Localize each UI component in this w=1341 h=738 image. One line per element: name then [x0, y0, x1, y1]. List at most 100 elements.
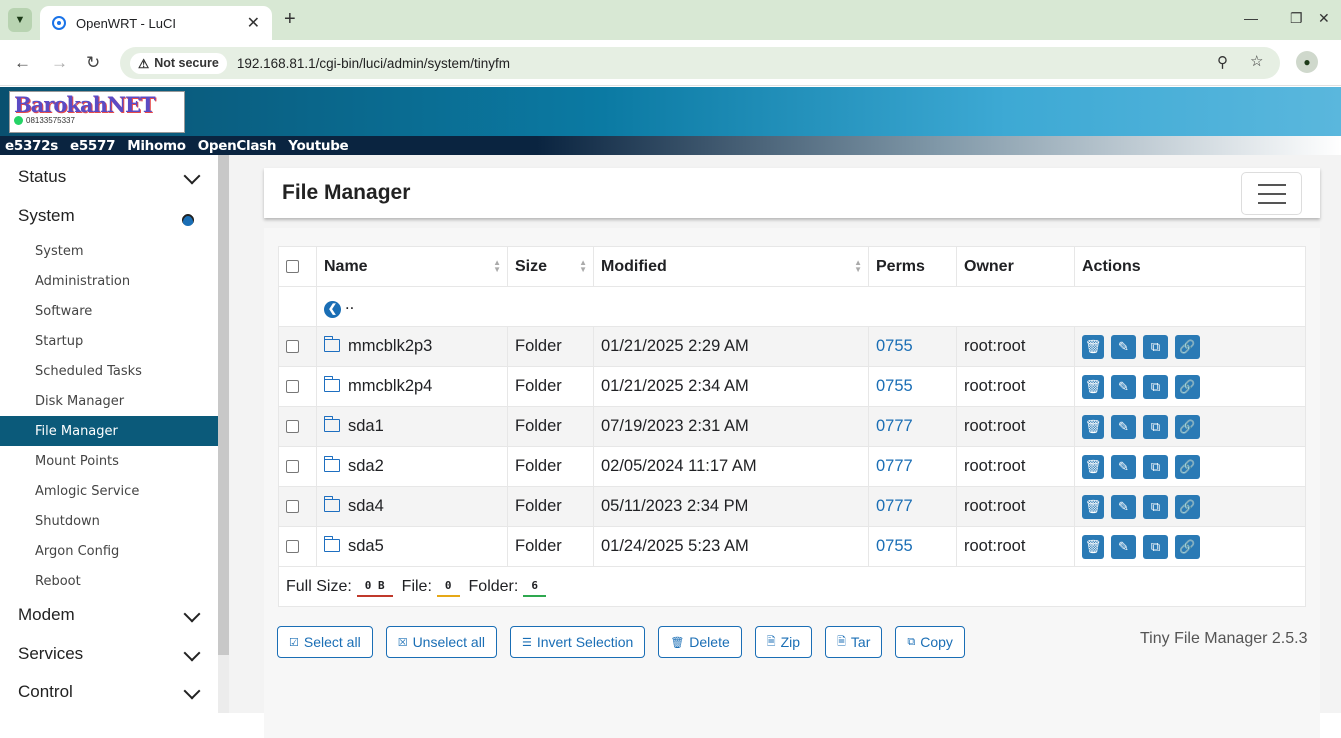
browser-tab[interactable]: OpenWRT - LuCI ✕ — [40, 6, 272, 40]
file-perms-link[interactable]: 0777 — [868, 406, 957, 447]
copy-icon[interactable]: ⧉ — [1143, 334, 1168, 359]
sidebar-section-system[interactable]: System — [0, 198, 218, 234]
delete-icon[interactable]: 🗑 — [1082, 374, 1104, 399]
copy-button[interactable]: ⧉ Copy — [895, 626, 965, 658]
logo-text: BarokahNET — [14, 92, 156, 117]
link-icon[interactable]: 🔗 — [1175, 494, 1200, 519]
copy-icon[interactable]: ⧉ — [1143, 374, 1168, 399]
row-checkbox[interactable] — [286, 380, 299, 394]
close-window-icon[interactable]: ✕ — [1318, 10, 1330, 27]
select-all-checkbox[interactable] — [286, 259, 299, 273]
restore-icon[interactable]: ❐ — [1290, 10, 1303, 27]
file-name[interactable]: sda5 — [316, 526, 508, 567]
row-checkbox[interactable] — [286, 540, 299, 554]
file-perms-link[interactable]: 0755 — [868, 326, 957, 367]
profile-avatar-icon[interactable]: ● — [1296, 51, 1318, 73]
rename-icon[interactable]: ✎ — [1111, 454, 1136, 479]
rename-icon[interactable]: ✎ — [1111, 334, 1136, 359]
col-name[interactable]: Name ▲ ▼ — [316, 246, 508, 287]
topnav-youtube[interactable]: Youtube — [288, 138, 349, 154]
sidebar-item-file-manager[interactable]: File Manager — [0, 416, 218, 446]
parent-dir-link[interactable]: ❮.. — [316, 286, 1306, 327]
delete-button[interactable]: 🗑 Delete — [658, 626, 742, 658]
rename-icon[interactable]: ✎ — [1111, 414, 1136, 439]
copy-icon[interactable]: ⧉ — [1143, 454, 1168, 479]
sidebar-section-status[interactable]: Status — [0, 159, 218, 195]
tar-button[interactable]: 🗎 Tar — [825, 626, 883, 658]
forward-icon[interactable]: → — [51, 53, 68, 73]
sidebar-item-mount-points[interactable]: Mount Points — [0, 446, 218, 476]
copy-icon[interactable]: ⧉ — [1143, 494, 1168, 519]
sidebar-item-software[interactable]: Software — [0, 296, 218, 326]
minimize-icon[interactable]: — — [1244, 10, 1258, 26]
link-icon[interactable]: 🔗 — [1175, 534, 1200, 559]
row-checkbox[interactable] — [286, 340, 299, 354]
col-size[interactable]: Size ▲ ▼ — [507, 246, 594, 287]
sidebar-item-disk-manager[interactable]: Disk Manager — [0, 386, 218, 416]
copy-icon[interactable]: ⧉ — [1143, 414, 1168, 439]
tab-search-button[interactable]: ▼ — [8, 8, 32, 32]
file-name[interactable]: sda2 — [316, 446, 508, 487]
sidebar-item-startup[interactable]: Startup — [0, 326, 218, 356]
security-chip[interactable]: ⚠ Not secure — [130, 52, 227, 74]
link-icon[interactable]: 🔗 — [1175, 334, 1200, 359]
invert-selection-button[interactable]: ☰ Invert Selection — [509, 626, 646, 658]
sidebar-item-amlogic-service[interactable]: Amlogic Service — [0, 476, 218, 506]
file-perms-link[interactable]: 0755 — [868, 526, 957, 567]
back-icon[interactable]: ← — [14, 53, 31, 73]
sidebar-item-system[interactable]: System — [0, 236, 218, 266]
new-tab-icon[interactable]: + — [284, 8, 296, 31]
sidebar-item-shutdown[interactable]: Shutdown — [0, 506, 218, 536]
url-text[interactable]: 192.168.81.1/cgi-bin/luci/admin/system/t… — [237, 56, 510, 71]
zip-button[interactable]: 🗎 Zip — [754, 626, 813, 658]
bookmark-star-icon[interactable]: ☆ — [1250, 52, 1263, 70]
row-checkbox[interactable] — [286, 420, 299, 434]
version-text: Tiny File Manager 2.5.3 — [1140, 630, 1308, 647]
sidebar-scrollbar-track[interactable] — [218, 655, 229, 713]
delete-icon[interactable]: 🗑 — [1082, 334, 1104, 359]
file-perms-link[interactable]: 0755 — [868, 366, 957, 407]
omnibox[interactable]: ⚠ Not secure 192.168.81.1/cgi-bin/luci/ad… — [120, 47, 1280, 79]
rename-icon[interactable]: ✎ — [1111, 374, 1136, 399]
file-name[interactable]: sda1 — [316, 406, 508, 447]
sidebar-item-administration[interactable]: Administration — [0, 266, 218, 296]
file-name[interactable]: mmcblk2p4 — [316, 366, 508, 407]
link-icon[interactable]: 🔗 — [1175, 414, 1200, 439]
topnav-e5372s[interactable]: e5372s — [5, 138, 58, 154]
table-row: sda5 Folder 01/24/2025 5:23 AM 0755 root… — [278, 526, 1306, 567]
col-modified[interactable]: Modified ▲ ▼ — [593, 246, 869, 287]
sidebar-scrollbar-thumb[interactable] — [218, 155, 229, 655]
topnav-openclash[interactable]: OpenClash — [198, 138, 277, 154]
sidebar-section-control[interactable]: Control — [0, 674, 218, 710]
row-checkbox[interactable] — [286, 500, 299, 514]
topnav-e5577[interactable]: e5577 — [70, 138, 116, 154]
zoom-icon[interactable]: ⚲ — [1217, 53, 1228, 71]
file-modified: 05/11/2023 2:34 PM — [593, 486, 869, 527]
delete-icon[interactable]: 🗑 — [1082, 534, 1104, 559]
file-perms-link[interactable]: 0777 — [868, 486, 957, 527]
sidebar-item-argon-config[interactable]: Argon Config — [0, 536, 218, 566]
delete-icon[interactable]: 🗑 — [1082, 454, 1104, 479]
table-row: mmcblk2p4 Folder 01/21/2025 2:34 AM 0755… — [278, 366, 1306, 407]
delete-icon[interactable]: 🗑 — [1082, 414, 1104, 439]
link-icon[interactable]: 🔗 — [1175, 454, 1200, 479]
file-name[interactable]: mmcblk2p3 — [316, 326, 508, 367]
sidebar-item-reboot[interactable]: Reboot — [0, 566, 218, 596]
topnav-mihomo[interactable]: Mihomo — [127, 138, 186, 154]
menu-toggle-button[interactable] — [1241, 172, 1302, 215]
unselect-all-button[interactable]: ☒ Unselect all — [385, 626, 497, 658]
sidebar-section-modem[interactable]: Modem — [0, 597, 218, 633]
sidebar-section-services[interactable]: Services — [0, 636, 218, 672]
delete-icon[interactable]: 🗑 — [1082, 494, 1104, 519]
rename-icon[interactable]: ✎ — [1111, 534, 1136, 559]
copy-icon[interactable]: ⧉ — [1143, 534, 1168, 559]
close-tab-icon[interactable]: ✕ — [247, 13, 260, 33]
rename-icon[interactable]: ✎ — [1111, 494, 1136, 519]
reload-icon[interactable]: ↻ — [86, 53, 100, 73]
file-perms-link[interactable]: 0777 — [868, 446, 957, 487]
link-icon[interactable]: 🔗 — [1175, 374, 1200, 399]
sidebar-item-scheduled-tasks[interactable]: Scheduled Tasks — [0, 356, 218, 386]
file-name[interactable]: sda4 — [316, 486, 508, 527]
select-all-button[interactable]: ☑ Select all — [277, 626, 373, 658]
row-checkbox[interactable] — [286, 460, 299, 474]
